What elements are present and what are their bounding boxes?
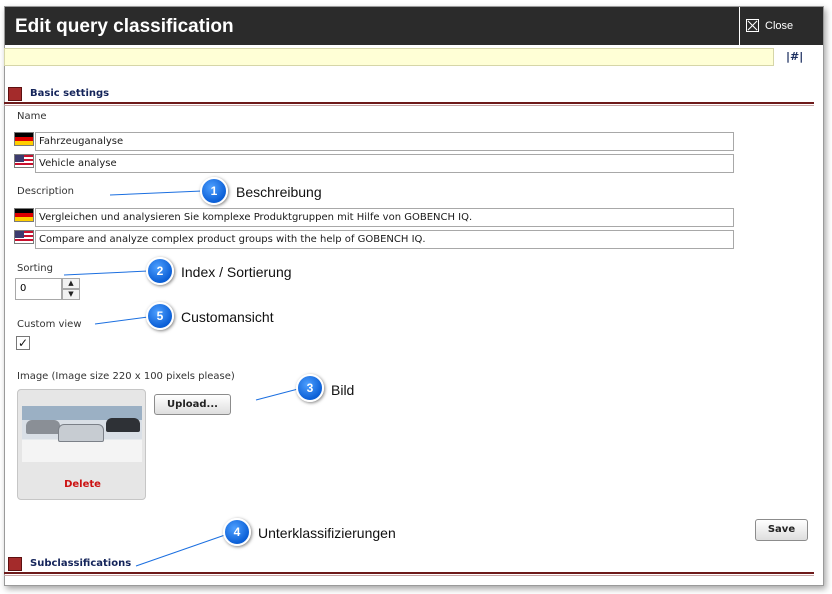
callout-text-2: Index / Sortierung: [181, 264, 292, 280]
callout-badge-2: 2: [146, 257, 174, 285]
close-label: Close: [765, 20, 794, 32]
image-label: Image (Image size 220 x 100 pixels pleas…: [17, 371, 235, 382]
delete-image-link[interactable]: Delete: [18, 479, 147, 490]
callout-badge-1: 1: [200, 177, 228, 205]
close-icon: [746, 19, 759, 32]
description-label: Description: [17, 186, 74, 197]
save-button[interactable]: Save: [755, 519, 808, 541]
german-flag-icon: [14, 208, 34, 222]
name-input-en[interactable]: Vehicle analyse: [35, 154, 734, 173]
custom-view-label: Custom view: [17, 319, 82, 330]
vehicle-image: [22, 406, 142, 462]
dialog-title: Edit query classification: [15, 16, 234, 37]
stepper-up-icon[interactable]: ▲: [62, 278, 80, 289]
dialog-titlebar: Edit query classification Close: [5, 7, 823, 45]
section-basic-settings[interactable]: Basic settings: [4, 84, 814, 106]
callout-text-4: Unterklassifizierungen: [258, 525, 396, 541]
section-subclassifications[interactable]: Subclassifications: [4, 554, 814, 576]
callout-badge-5: 5: [146, 302, 174, 330]
callout-badge-4: 4: [223, 518, 251, 546]
description-input-en[interactable]: Compare and analyze complex product grou…: [35, 230, 734, 249]
description-input-de[interactable]: Vergleichen und analysieren Sie komplexe…: [35, 208, 734, 227]
section-subclassifications-label: Subclassifications: [30, 558, 132, 569]
sorting-stepper[interactable]: 0 ▲ ▼: [15, 278, 80, 300]
image-preview-panel: Delete: [17, 389, 146, 500]
name-label: Name: [17, 111, 47, 122]
callout-text-5: Customansicht: [181, 309, 274, 325]
sorting-input[interactable]: 0: [15, 278, 62, 300]
section-basic-settings-label: Basic settings: [30, 88, 110, 99]
anchor-link[interactable]: |#|: [786, 50, 803, 63]
close-button[interactable]: Close: [739, 7, 823, 45]
info-bar: [4, 48, 774, 66]
name-input-de[interactable]: Fahrzeuganalyse: [35, 132, 734, 151]
collapse-toggle-icon[interactable]: [8, 557, 22, 571]
upload-button[interactable]: Upload...: [154, 394, 231, 415]
callout-text-1: Beschreibung: [236, 184, 322, 200]
callout-badge-3: 3: [296, 374, 324, 402]
us-flag-icon: [14, 230, 34, 244]
callout-text-3: Bild: [331, 382, 355, 398]
collapse-toggle-icon[interactable]: [8, 87, 22, 101]
german-flag-icon: [14, 132, 34, 146]
sorting-label: Sorting: [17, 263, 53, 274]
custom-view-checkbox[interactable]: ✓: [16, 336, 30, 350]
us-flag-icon: [14, 154, 34, 168]
stepper-down-icon[interactable]: ▼: [62, 289, 80, 300]
